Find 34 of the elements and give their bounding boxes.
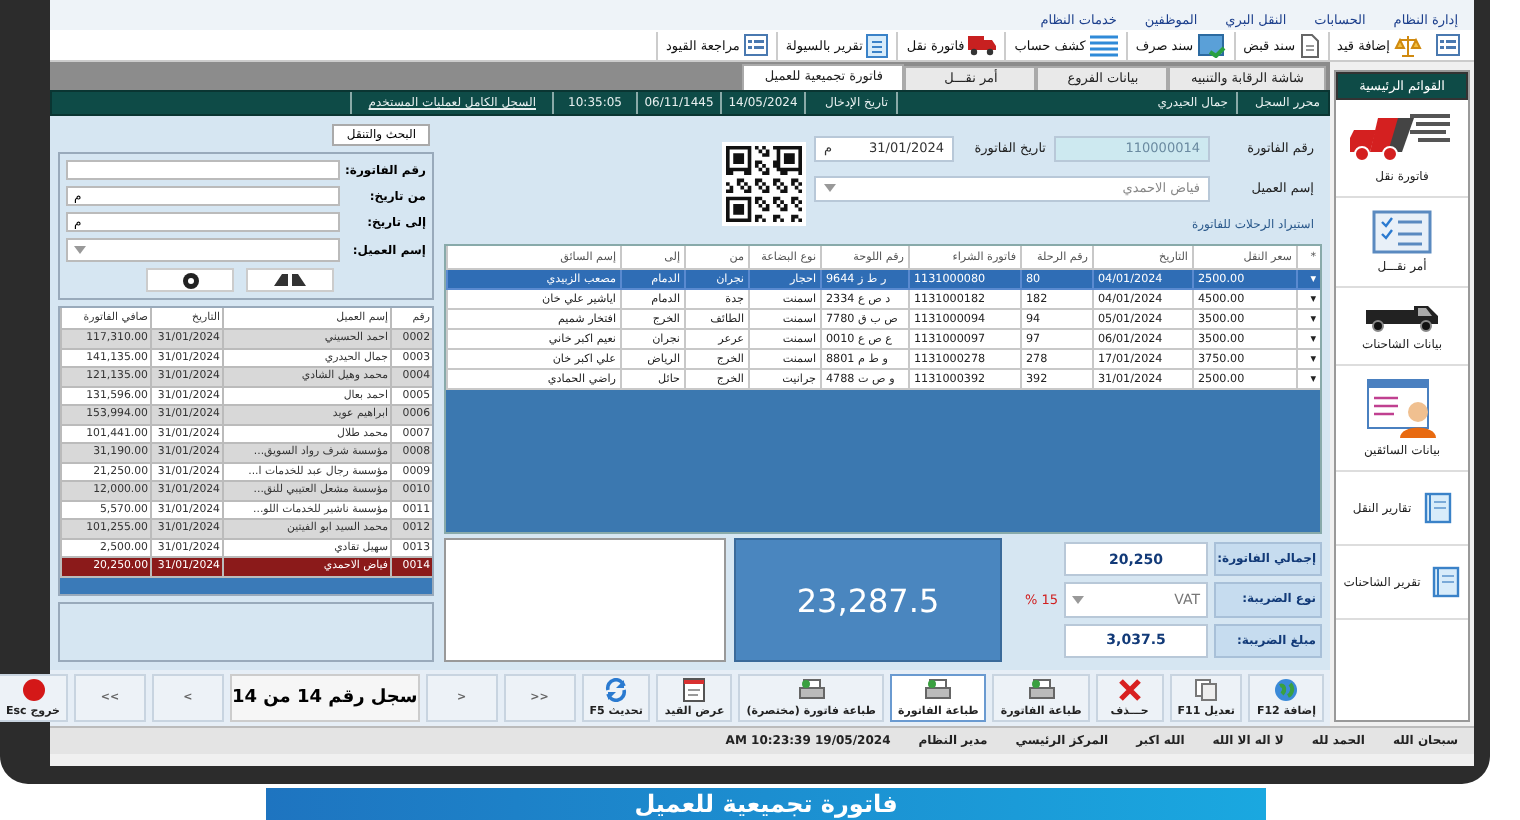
refresh-icon [604, 678, 629, 702]
book-icon [1423, 492, 1452, 524]
person-card-icon [1366, 378, 1438, 438]
view-button[interactable] [146, 268, 234, 292]
search-button[interactable] [246, 268, 334, 292]
printer-icon [924, 678, 953, 702]
caret-icon [824, 184, 836, 192]
banner-title: فاتورة تجميعية للعميل [634, 790, 898, 818]
globe-icon [1274, 678, 1299, 702]
book-icon [1432, 566, 1461, 598]
binoculars-icon [272, 272, 308, 288]
note-icon [682, 678, 707, 702]
record-position: سجل رقم 14 من 14 [229, 674, 420, 722]
truck-icon [1362, 300, 1442, 332]
printer-icon [797, 678, 826, 702]
notes-field[interactable] [444, 538, 726, 662]
balance-scale-icon [1394, 33, 1422, 57]
input-field[interactable] [66, 160, 340, 180]
checklist-icon [1372, 210, 1432, 254]
document-icon [866, 33, 889, 57]
qr-code [722, 142, 806, 226]
caret-icon [74, 246, 86, 254]
caret-icon [1072, 595, 1084, 604]
truck-icon [968, 34, 997, 56]
copy-icon [1194, 678, 1219, 702]
dot-icon [21, 678, 45, 702]
truck-icon [1350, 112, 1454, 164]
printer-icon [1027, 678, 1056, 702]
list-icon[interactable] [1436, 34, 1460, 56]
picture-icon [1197, 33, 1226, 57]
grand-total: 23,287.5 [734, 538, 1002, 662]
cross-icon [1117, 678, 1142, 702]
eye-icon [181, 271, 199, 289]
lines-icon [1089, 33, 1118, 57]
